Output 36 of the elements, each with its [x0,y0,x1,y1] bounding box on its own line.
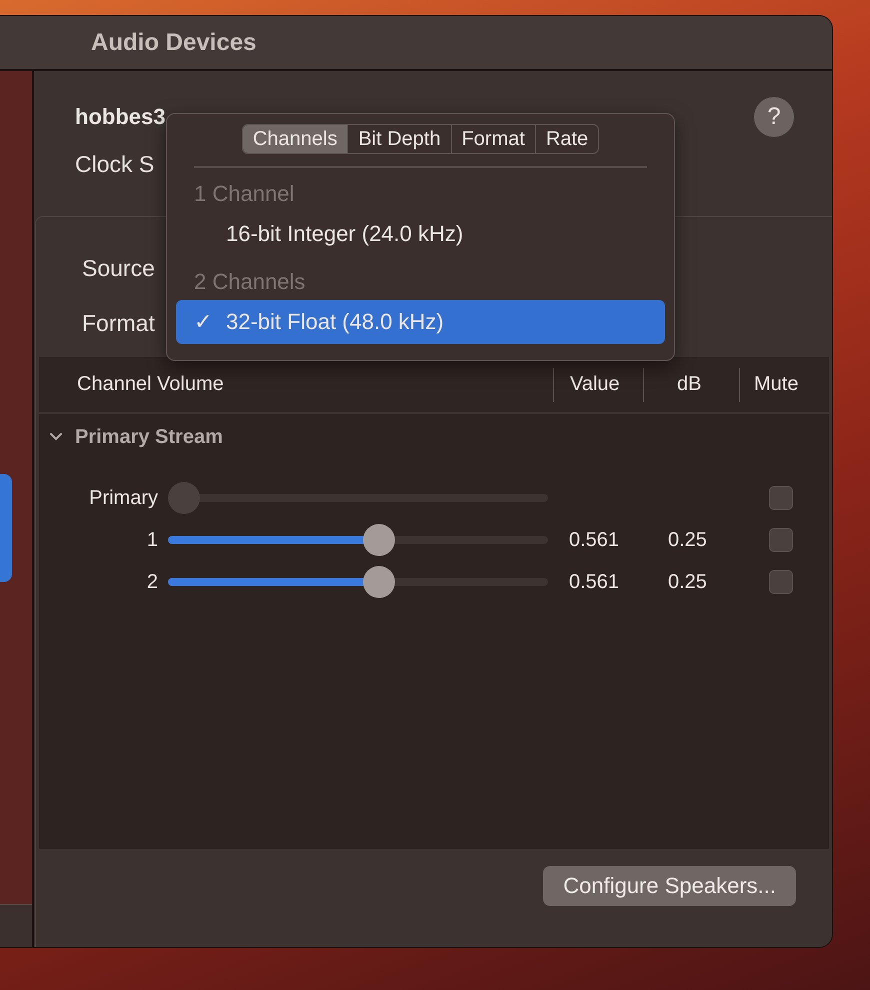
volume-slider[interactable] [168,524,548,556]
window-title: Audio Devices [91,28,256,56]
device-name: hobbes3 [75,104,166,130]
channel-label: Primary [88,486,158,510]
slider-thumb[interactable] [362,566,395,598]
segment-tab[interactable]: Rate [534,125,598,153]
column-header: Value [553,368,643,402]
configure-speakers-button[interactable]: Configure Speakers... [543,866,796,906]
segment-tab[interactable]: Channels [242,125,348,153]
menu-section-heading: 1 Channel [193,180,296,208]
sidebar-selection[interactable] [0,474,12,582]
volume-slider[interactable] [168,566,548,598]
value-text: 0.561 [569,528,620,552]
group-title: Primary Stream [75,426,223,448]
db-text: 0.25 [668,570,708,594]
column-header: dB [643,368,739,402]
menu-item[interactable]: ✓ 32-bit Float (48.0 kHz) [176,300,665,344]
channel-label: 2 [146,570,158,594]
volume-slider[interactable] [168,482,548,514]
slider-thumb[interactable] [362,524,395,556]
value-text: 0.561 [569,570,620,594]
help-button[interactable]: ? [754,97,794,137]
segment-tab[interactable]: Format [450,125,535,153]
source-label: Source [82,255,155,282]
db-text: 0.25 [668,528,708,552]
mute-checkbox[interactable] [769,570,793,594]
column-header: Mute [739,368,798,402]
menu-item[interactable]: 16-bit Integer (24.0 kHz) [176,212,665,256]
chevron-icon[interactable] [49,432,63,442]
channel-label: 1 [146,528,158,552]
mute-checkbox[interactable] [769,528,793,552]
clock-source-label: Clock S [75,151,154,178]
menu-section-heading: 2 Channels [193,268,306,296]
format-label: Format [82,310,155,337]
segment-tab[interactable]: Bit Depth [347,125,451,153]
column-header: Channel Volume [76,372,225,397]
